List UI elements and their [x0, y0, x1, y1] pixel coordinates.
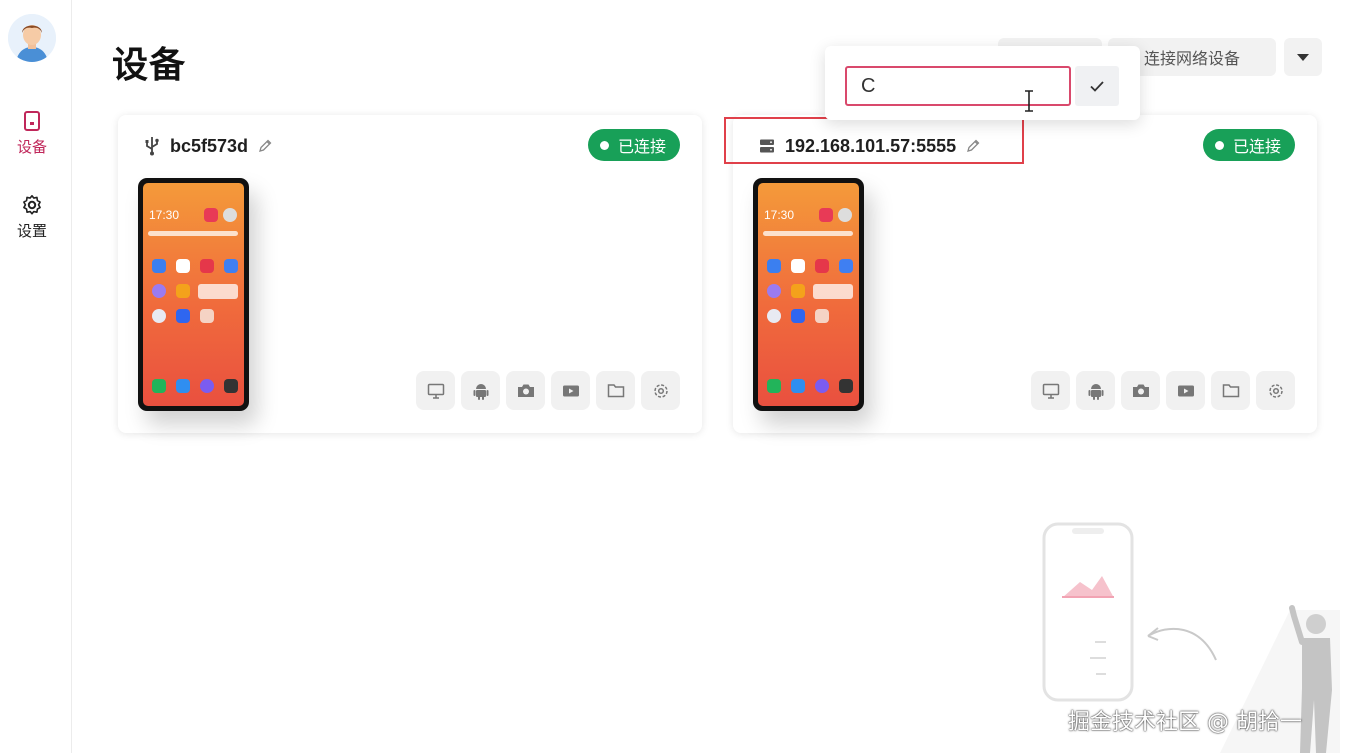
phone-screen: 17:30: [758, 183, 859, 406]
mirror-button[interactable]: [1031, 371, 1070, 410]
more-dropdown-button[interactable]: [1284, 38, 1322, 76]
confirm-button[interactable]: [1075, 66, 1119, 106]
app-icon: [791, 309, 805, 323]
device-actions: [416, 371, 680, 410]
status-dot: [1214, 140, 1224, 150]
phone-app-icon: [767, 379, 781, 393]
files-button[interactable]: [1211, 371, 1250, 410]
android-icon: [473, 383, 488, 400]
app-icon: [224, 259, 238, 273]
android-icon: [1088, 383, 1103, 400]
avatar[interactable]: [8, 14, 56, 62]
app-icon: [152, 259, 166, 273]
app-icon: [176, 259, 190, 273]
camera-app-icon: [224, 379, 238, 393]
app-icon: [204, 208, 218, 222]
device-card: bc5f573d 已连接 17:30: [118, 115, 702, 433]
device-actions: [1031, 371, 1295, 410]
app-icon: [152, 309, 166, 323]
device-icon: [24, 111, 40, 131]
app-icon: [791, 259, 805, 273]
record-button[interactable]: [1166, 371, 1205, 410]
app-icon: [223, 208, 237, 222]
search-widget: [763, 231, 853, 236]
status-badge: 已连接: [1202, 129, 1295, 161]
check-icon: [1090, 80, 1104, 92]
status-badge: 已连接: [587, 129, 680, 161]
device-card-header: bc5f573d: [144, 135, 272, 157]
app-icon: [819, 208, 833, 222]
highlight-box: [724, 117, 1024, 164]
screenshot-button[interactable]: [1121, 371, 1160, 410]
install-apk-button[interactable]: [1076, 371, 1115, 410]
app-icon: [152, 284, 166, 298]
sidebar-item-label: 设备: [16, 139, 47, 156]
gear-icon: [1268, 383, 1283, 398]
widget: [813, 284, 853, 299]
chevron-down-icon: [1297, 53, 1309, 61]
text-cursor-icon: [1025, 90, 1033, 112]
status-text: 已连接: [1232, 139, 1281, 156]
browser-app-icon: [815, 379, 829, 393]
folder-icon: [1222, 384, 1239, 398]
app-icon: [200, 259, 214, 273]
status-text: 已连接: [617, 139, 666, 156]
monitor-icon: [1042, 383, 1059, 399]
device-screenshot[interactable]: 17:30: [753, 178, 864, 411]
phone-screen: 17:30: [143, 183, 244, 406]
app-icon: [815, 309, 829, 323]
app-icon: [767, 259, 781, 273]
phone-app-icon: [152, 379, 166, 393]
app-icon: [767, 309, 781, 323]
app-icon: [815, 259, 829, 273]
folder-icon: [607, 384, 624, 398]
edit-icon[interactable]: [258, 139, 272, 153]
camera-icon: [517, 384, 534, 397]
message-app-icon: [176, 379, 190, 393]
app-icon: [838, 208, 852, 222]
app-icon: [200, 309, 214, 323]
video-icon: [1177, 385, 1194, 396]
record-button[interactable]: [551, 371, 590, 410]
app-icon: [767, 284, 781, 298]
gear-icon: [23, 194, 41, 215]
device-settings-button[interactable]: [641, 371, 680, 410]
gear-icon: [653, 383, 668, 398]
camera-app-icon: [839, 379, 853, 393]
sidebar-item-devices[interactable]: 设备: [0, 110, 64, 157]
mirror-button[interactable]: [416, 371, 455, 410]
rename-popover: [825, 46, 1140, 120]
page-title: 设备: [112, 44, 187, 85]
clock-text: 17:30: [149, 208, 180, 222]
device-name: bc5f573d: [170, 135, 249, 156]
app-icon: [176, 309, 190, 323]
monitor-icon: [427, 383, 444, 399]
sidebar-item-label: 设置: [16, 223, 47, 240]
files-button[interactable]: [596, 371, 635, 410]
browser-app-icon: [200, 379, 214, 393]
app-icon: [176, 284, 190, 298]
usb-icon: [145, 137, 159, 156]
device-settings-button[interactable]: [1256, 371, 1295, 410]
watermark: 掘金技术社区 @ 胡拾一: [1068, 710, 1302, 735]
device-screenshot[interactable]: 17:30: [138, 178, 249, 411]
widget: [198, 284, 238, 299]
search-widget: [148, 231, 238, 236]
rename-input[interactable]: [845, 66, 1071, 106]
sidebar: 设备 设置: [0, 0, 72, 753]
status-dot: [599, 140, 609, 150]
camera-icon: [1132, 384, 1149, 397]
video-icon: [562, 385, 579, 396]
clock-text: 17:30: [764, 208, 795, 222]
screenshot-button[interactable]: [506, 371, 545, 410]
app-icon: [791, 284, 805, 298]
install-apk-button[interactable]: [461, 371, 500, 410]
sidebar-item-settings[interactable]: 设置: [0, 194, 64, 241]
app-icon: [839, 259, 853, 273]
message-app-icon: [791, 379, 805, 393]
